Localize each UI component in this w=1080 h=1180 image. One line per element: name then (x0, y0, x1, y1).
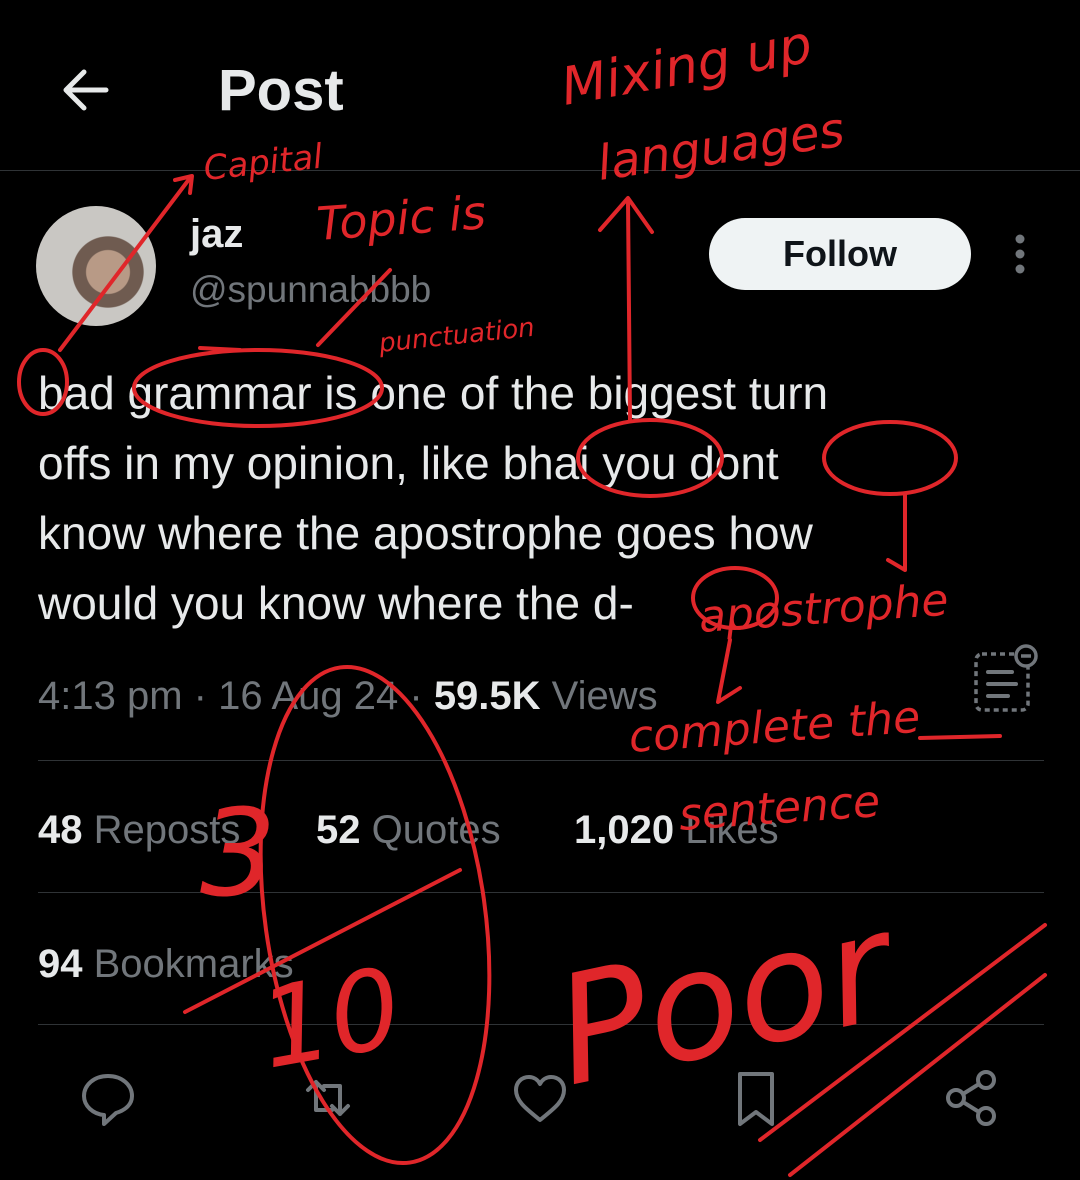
page-title: Post (218, 58, 344, 123)
annotation-mark (918, 734, 1002, 740)
meta-separator: · (182, 674, 219, 718)
tweet-line: bad grammar is one of the biggest turn (38, 367, 829, 419)
tweet-text: bad grammar is one of the biggest turn o… (38, 358, 1028, 638)
avatar[interactable] (36, 206, 156, 326)
quotes-stat[interactable]: 52 Quotes (316, 802, 501, 858)
reposts-stat[interactable]: 48 Reposts (38, 802, 240, 858)
reposts-label: Reposts (82, 808, 241, 852)
more-options-button[interactable] (1000, 232, 1040, 278)
tweet-line: would you know where the d- (38, 577, 634, 629)
repost-icon (306, 1080, 350, 1116)
views-count: 59.5K (433, 674, 541, 718)
tweet-time[interactable]: 4:13 pm (38, 674, 183, 718)
tweet-line: know where the apostrophe goes how (38, 507, 813, 559)
divider (38, 892, 1044, 893)
more-vertical-icon (1015, 234, 1025, 274)
annotation-arrowhead (598, 196, 654, 234)
divider (38, 760, 1044, 761)
tweet-date[interactable]: 16 Aug 24 (218, 674, 398, 718)
arrow-left-icon (63, 69, 109, 111)
likes-count: 1,020 (574, 808, 675, 852)
likes-label: Likes (674, 808, 779, 852)
annotation-capital: Capital (202, 137, 325, 189)
analytics-button[interactable] (972, 642, 1040, 718)
reply-icon (82, 1074, 134, 1126)
likes-stat[interactable]: 1,020 Likes (574, 802, 779, 858)
like-button[interactable] (508, 1066, 572, 1130)
tweet-line: offs in my opinion, like bhai you dont (38, 437, 779, 489)
annotation-topic: Topic is (315, 185, 488, 251)
share-icon (946, 1070, 996, 1126)
views-label: Views (540, 674, 658, 718)
quotes-count: 52 (316, 808, 361, 852)
author-display-name[interactable]: jaz (190, 210, 243, 258)
bookmark-icon (738, 1072, 774, 1126)
annotation-punctuation: punctuation (377, 313, 536, 359)
like-icon (514, 1075, 566, 1122)
meta-separator: · (398, 674, 434, 718)
repost-button[interactable] (296, 1066, 360, 1130)
reposts-count: 48 (38, 808, 83, 852)
bookmarks-label: Bookmarks (82, 942, 294, 986)
header-divider (0, 170, 1080, 171)
bookmarks-stat[interactable]: 94 Bookmarks (38, 936, 294, 992)
post-analytics-icon (974, 644, 1038, 712)
annotation-complete-1: complete the (627, 692, 922, 763)
annotation-mixing-1: Mixing up (557, 15, 817, 118)
bookmark-button[interactable] (724, 1066, 788, 1130)
share-button[interactable] (940, 1066, 1004, 1130)
divider (38, 1024, 1044, 1025)
annotation-arrowhead (173, 174, 194, 195)
annotation-arrow-complete (716, 638, 742, 704)
annotation-score-circle (258, 664, 492, 1166)
back-button[interactable] (58, 62, 114, 118)
quotes-label: Quotes (360, 808, 501, 852)
reply-button[interactable] (76, 1066, 140, 1130)
bookmarks-count: 94 (38, 942, 83, 986)
annotation-mark (198, 346, 242, 352)
annotation-strike (788, 973, 1047, 1177)
tweet-meta: 4:13 pm · 16 Aug 24 · 59.5K Views (38, 668, 658, 724)
annotation-mixing-2: languages (594, 102, 848, 192)
follow-button[interactable]: Follow (709, 218, 971, 290)
author-handle[interactable]: @spunnabbbb (190, 268, 431, 312)
